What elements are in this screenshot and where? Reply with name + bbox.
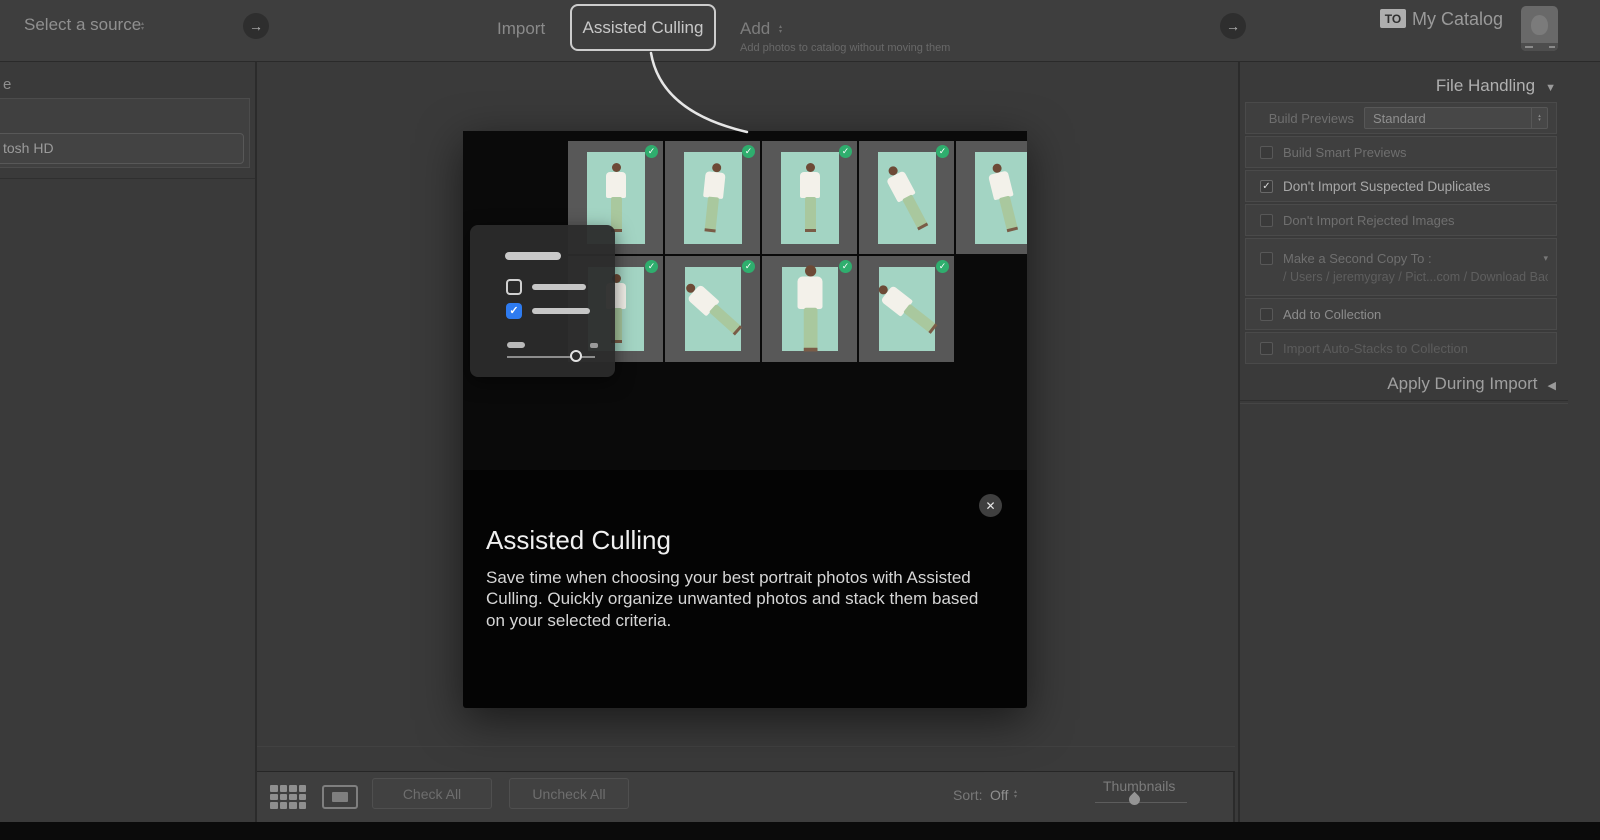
photo-thumbnail: ✓ bbox=[762, 256, 857, 362]
photo-thumbnail: ✓ bbox=[859, 141, 954, 254]
thumbnail-size-slider-track[interactable] bbox=[1095, 802, 1187, 803]
left-panel-divider bbox=[255, 62, 257, 822]
photo-thumbnail: ✓ bbox=[859, 256, 954, 362]
collapse-triangle-left-icon[interactable]: ◀ bbox=[1548, 380, 1556, 392]
photo-thumbnail: ✓ bbox=[665, 256, 760, 362]
import-auto-stacks-row[interactable]: Import Auto-Stacks to Collection bbox=[1245, 332, 1557, 364]
left-panel-section-divider bbox=[0, 178, 255, 179]
checkbox-label: Build Smart Previews bbox=[1283, 145, 1407, 160]
mock-text-line bbox=[532, 308, 590, 314]
photo-thumbnail: ✓ bbox=[665, 141, 760, 254]
select-source-chevron-icon[interactable]: ▴▾ bbox=[141, 22, 144, 32]
assisted-culling-illustration: ✓ ✓ ✓ ✓ ✓ ✓ ✓ ✓ ✓ ✓ bbox=[463, 131, 1027, 470]
checkbox-checked-icon[interactable]: ✓ bbox=[1260, 180, 1273, 193]
arrow-right-circle-icon[interactable]: → bbox=[1220, 13, 1246, 39]
add-chevron-icon[interactable]: ▴▾ bbox=[779, 25, 782, 35]
arrow-right-circle-icon[interactable]: → bbox=[243, 13, 269, 39]
source-item-macintosh-hd[interactable]: tosh HD bbox=[0, 133, 244, 164]
lightroom-import-window: Select a source ▴▾ → Import Assisted Cul… bbox=[0, 0, 1600, 840]
check-badge-icon: ✓ bbox=[936, 260, 949, 273]
to-badge: TO bbox=[1380, 9, 1406, 28]
checkbox-unchecked-icon[interactable] bbox=[1260, 308, 1273, 321]
mock-checkbox-unchecked-icon bbox=[506, 279, 522, 295]
mock-checkbox-checked-icon: ✓ bbox=[506, 303, 522, 319]
dropdown-arrows-icon: ▴▾ bbox=[1531, 108, 1547, 128]
bottom-toolbar: Check All Uncheck All Sort: Off ▴▾ Thumb… bbox=[257, 771, 1235, 822]
checkbox-label: Make a Second Copy To : bbox=[1283, 251, 1432, 266]
sort-label: Sort: bbox=[953, 787, 983, 803]
uncheck-all-button[interactable]: Uncheck All bbox=[509, 778, 629, 809]
mock-slider-knob bbox=[570, 350, 582, 362]
sort-chevron-icon[interactable]: ▴▾ bbox=[1014, 790, 1017, 800]
top-bar: Select a source ▴▾ → Import Assisted Cul… bbox=[0, 0, 1600, 62]
loupe-view-icon[interactable] bbox=[322, 785, 358, 809]
check-badge-icon: ✓ bbox=[645, 260, 658, 273]
build-previews-dropdown[interactable]: Standard ▴▾ bbox=[1364, 107, 1548, 129]
right-panel-divider bbox=[1238, 62, 1240, 822]
build-smart-previews-row[interactable]: Build Smart Previews bbox=[1245, 136, 1557, 168]
checkbox-unchecked-icon[interactable] bbox=[1260, 252, 1273, 265]
thumbnails-label: Thumbnails bbox=[1103, 778, 1175, 794]
second-copy-path: / Users / jeremygray / Pict...com / Down… bbox=[1283, 270, 1548, 284]
assisted-culling-modal: ✓ ✓ ✓ ✓ ✓ ✓ ✓ ✓ ✓ ✓ bbox=[463, 131, 1027, 708]
file-handling-header[interactable]: File Handling▼ bbox=[1240, 76, 1556, 96]
chevron-down-icon[interactable]: ▾ bbox=[1543, 253, 1548, 264]
dont-import-rejected-row[interactable]: Don't Import Rejected Images bbox=[1245, 204, 1557, 236]
tab-add[interactable]: Add bbox=[740, 19, 770, 39]
catalog-icon-detail bbox=[1525, 46, 1533, 48]
mock-title-bar bbox=[505, 252, 561, 260]
mock-dash bbox=[507, 342, 525, 348]
check-badge-icon: ✓ bbox=[839, 260, 852, 273]
mock-dash bbox=[590, 343, 598, 348]
check-badge-icon: ✓ bbox=[742, 145, 755, 158]
source-panel-header-fragment: e bbox=[3, 76, 11, 93]
mock-text-line bbox=[532, 284, 586, 290]
photo-grid-row: ✓ ✓ ✓ ✓ ✓ bbox=[568, 141, 1027, 254]
checkbox-label: Import Auto-Stacks to Collection bbox=[1283, 341, 1468, 356]
checkbox-unchecked-icon[interactable] bbox=[1260, 214, 1273, 227]
checkbox-label: Add to Collection bbox=[1283, 307, 1381, 322]
dont-import-duplicates-row[interactable]: ✓ Don't Import Suspected Duplicates bbox=[1245, 170, 1557, 202]
grid-view-icon[interactable] bbox=[270, 785, 306, 809]
add-subtitle: Add photos to catalog without moving the… bbox=[740, 42, 950, 54]
close-icon[interactable]: ✕ bbox=[979, 494, 1002, 517]
grid-area-divider bbox=[257, 746, 1235, 747]
checkbox-unchecked-icon[interactable] bbox=[1260, 146, 1273, 159]
bottom-screen-strip bbox=[0, 822, 1600, 840]
apply-during-import-header[interactable]: Apply During Import◀ bbox=[1240, 374, 1556, 394]
my-catalog-label[interactable]: My Catalog bbox=[1412, 9, 1503, 30]
check-badge-icon: ✓ bbox=[839, 145, 852, 158]
checkbox-unchecked-icon[interactable] bbox=[1260, 342, 1273, 355]
collapse-triangle-icon[interactable]: ▼ bbox=[1545, 82, 1556, 94]
photo-thumbnail: ✓ bbox=[956, 141, 1027, 254]
check-badge-icon: ✓ bbox=[645, 145, 658, 158]
checkbox-label: Don't Import Suspected Duplicates bbox=[1283, 179, 1490, 194]
photo-grid-row: ✓ ✓ ✓ ✓ bbox=[568, 256, 954, 362]
tab-assisted-culling[interactable]: Assisted Culling bbox=[570, 4, 716, 51]
tab-import[interactable]: Import bbox=[497, 19, 545, 39]
thumbnail-size-slider-knob[interactable] bbox=[1127, 792, 1143, 808]
check-all-button[interactable]: Check All bbox=[372, 778, 492, 809]
make-second-copy-row[interactable]: Make a Second Copy To : ▾ / Users / jere… bbox=[1245, 238, 1557, 296]
select-source-button[interactable]: Select a source bbox=[24, 15, 141, 35]
photo-thumbnail: ✓ bbox=[762, 141, 857, 254]
catalog-icon-detail bbox=[1549, 46, 1555, 48]
catalog-logo-shape bbox=[1531, 15, 1548, 35]
build-previews-row: Build Previews Standard ▴▾ bbox=[1245, 102, 1557, 134]
add-to-collection-row[interactable]: Add to Collection bbox=[1245, 298, 1557, 330]
build-previews-label: Build Previews bbox=[1254, 111, 1354, 126]
modal-title: Assisted Culling bbox=[486, 525, 671, 556]
check-badge-icon: ✓ bbox=[936, 145, 949, 158]
checkbox-label: Don't Import Rejected Images bbox=[1283, 213, 1455, 228]
sort-value-dropdown[interactable]: Off bbox=[990, 787, 1008, 803]
modal-body-text: Save time when choosing your best portra… bbox=[486, 567, 1000, 631]
panel-divider bbox=[1240, 403, 1568, 404]
culling-settings-mock-panel: ✓ bbox=[470, 225, 615, 377]
catalog-icon[interactable] bbox=[1521, 6, 1558, 51]
check-badge-icon: ✓ bbox=[742, 260, 755, 273]
panel-divider bbox=[1240, 400, 1568, 401]
build-previews-value: Standard bbox=[1365, 111, 1531, 126]
